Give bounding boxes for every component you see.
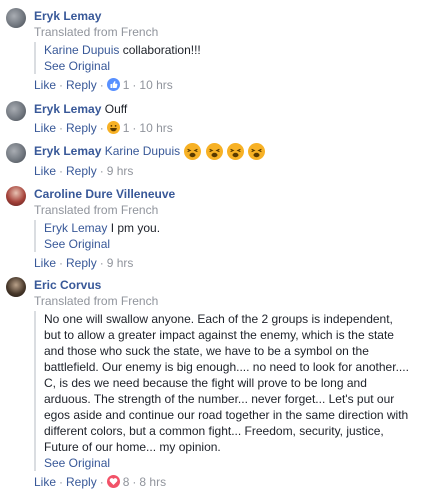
quote-line: No one will swallow anyone. Each of the … [44, 312, 393, 326]
tired-face-emoji-icon [205, 143, 223, 161]
reply-link[interactable]: Reply [66, 475, 97, 489]
comment-actions: Like · Reply · 9 hrs [34, 254, 425, 270]
separator: · [59, 120, 64, 135]
comment-body: Eric Corvus Translated from French No on… [34, 277, 425, 489]
quote-line: and those who suck the state, we have to… [44, 344, 369, 358]
comment-actions: Like · Reply · 1 · 10 hrs [34, 76, 425, 92]
mention-link[interactable]: Karine Dupuis [44, 43, 119, 57]
separator: · [132, 77, 137, 92]
tired-face-emoji-icon [227, 143, 245, 161]
separator: · [59, 77, 64, 92]
translated-quote: Karine Dupuis collaboration!!! See Origi… [34, 42, 425, 74]
translated-label: Translated from French [34, 294, 159, 308]
quote-line: egos aside and continue our road togethe… [44, 408, 409, 422]
mention-link[interactable]: Karine Dupuis [105, 144, 180, 158]
separator: · [59, 164, 64, 179]
comment-actions: Like · Reply · 9 hrs [34, 162, 425, 178]
separator: · [99, 120, 104, 135]
separator: · [59, 474, 64, 489]
reply-link[interactable]: Reply [66, 256, 97, 270]
timestamp[interactable]: 10 hrs [139, 121, 172, 135]
translated-label: Translated from French [34, 25, 159, 39]
tired-face-emoji-icon [248, 143, 266, 161]
separator: · [99, 474, 104, 489]
comment-author[interactable]: Eryk Lemay [34, 9, 101, 23]
reply-link[interactable]: Reply [66, 121, 97, 135]
comment-body: Eryk Lemay Translated from French Karine… [34, 8, 425, 92]
tired-face-emoji-icon [184, 143, 202, 161]
comment-actions: Like · Reply · 8 · 8 hrs [34, 473, 425, 489]
like-link[interactable]: Like [34, 475, 56, 489]
like-link[interactable]: Like [34, 256, 56, 270]
like-reaction-icon[interactable] [106, 78, 120, 92]
separator: · [59, 255, 64, 270]
quote-line: but to allow a greater impact against th… [44, 328, 394, 342]
comment-body: Eryk Lemay Ouff Like · Reply · 1 · 10 hrs [34, 101, 425, 135]
quote-text: collaboration!!! [122, 43, 201, 57]
comment-author[interactable]: Caroline Dure Villeneuve [34, 187, 175, 201]
quote-line: battlefield. Our enemy is big enough....… [44, 360, 409, 374]
see-original-link[interactable]: See Original [44, 58, 425, 74]
quote-line: different colors, but a common fight... … [44, 424, 384, 438]
separator: · [99, 255, 104, 270]
avatar[interactable] [6, 186, 26, 206]
like-link[interactable]: Like [34, 78, 56, 92]
timestamp[interactable]: 10 hrs [139, 78, 172, 92]
avatar[interactable] [6, 277, 26, 297]
love-reaction-icon[interactable] [106, 475, 120, 489]
quote-line: arduous. The strength of the number... n… [44, 392, 395, 406]
translated-quote: Eryk Lemay I pm you. See Original [34, 220, 425, 252]
separator: · [99, 77, 104, 92]
like-link[interactable]: Like [34, 164, 56, 178]
see-original-link[interactable]: See Original [44, 236, 425, 252]
translated-quote: No one will swallow anyone. Each of the … [34, 311, 425, 471]
timestamp[interactable]: 9 hrs [107, 256, 134, 270]
separator: · [132, 120, 137, 135]
separator: · [132, 474, 137, 489]
comment-author[interactable]: Eryk Lemay [34, 102, 101, 116]
quote-line: C, is des we need because the fight will… [44, 376, 367, 390]
comment-author[interactable]: Eric Corvus [34, 278, 101, 292]
quote-line: Future of our home... my opinion. [44, 440, 221, 454]
comment-body: Caroline Dure Villeneuve Translated from… [34, 186, 425, 270]
like-link[interactable]: Like [34, 121, 56, 135]
reply-link[interactable]: Reply [66, 78, 97, 92]
see-original-link[interactable]: See Original [44, 455, 425, 471]
reply-link[interactable]: Reply [66, 164, 97, 178]
avatar[interactable] [6, 8, 26, 28]
translated-label: Translated from French [34, 203, 159, 217]
comment-text: Ouff [104, 102, 128, 116]
quote-text: I pm you. [110, 221, 161, 235]
separator: · [99, 164, 104, 179]
mention-link[interactable]: Eryk Lemay [44, 221, 107, 235]
timestamp[interactable]: 8 hrs [139, 475, 166, 489]
timestamp[interactable]: 9 hrs [107, 164, 134, 178]
laugh-reaction-icon[interactable] [106, 121, 120, 135]
comment-author[interactable]: Eryk Lemay [34, 144, 101, 158]
avatar[interactable] [6, 101, 26, 121]
comment-actions: Like · Reply · 1 · 10 hrs [34, 119, 425, 135]
avatar[interactable] [6, 143, 26, 163]
comment-body: Eryk Lemay Karine Dupuis Like · Reply · 9 hr… [34, 143, 425, 178]
